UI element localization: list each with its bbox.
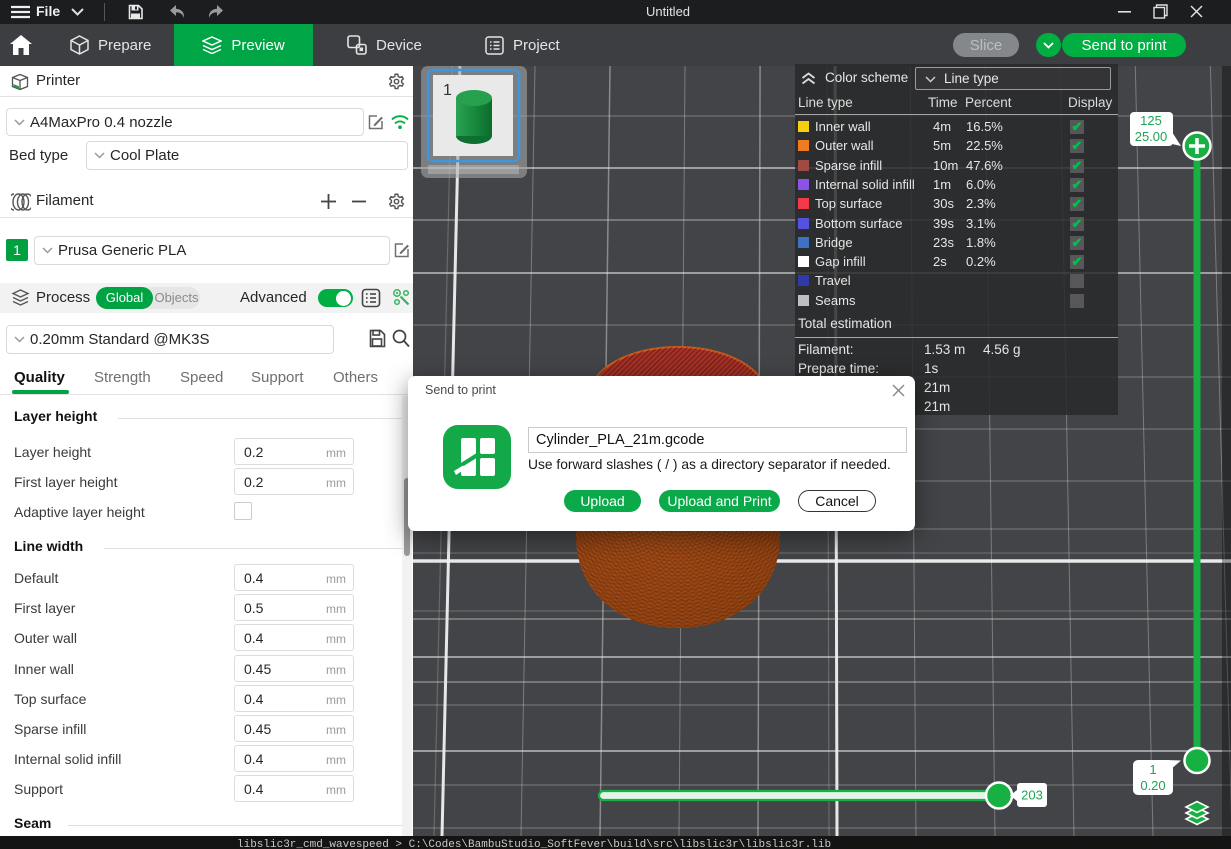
svg-text:25.00: 25.00 bbox=[1135, 129, 1168, 144]
svg-text:1: 1 bbox=[443, 82, 452, 99]
svg-text:125: 125 bbox=[1140, 113, 1162, 128]
svg-text:1: 1 bbox=[1149, 762, 1156, 777]
svg-text:203: 203 bbox=[1021, 788, 1043, 803]
svg-text:0.20: 0.20 bbox=[1140, 778, 1165, 793]
